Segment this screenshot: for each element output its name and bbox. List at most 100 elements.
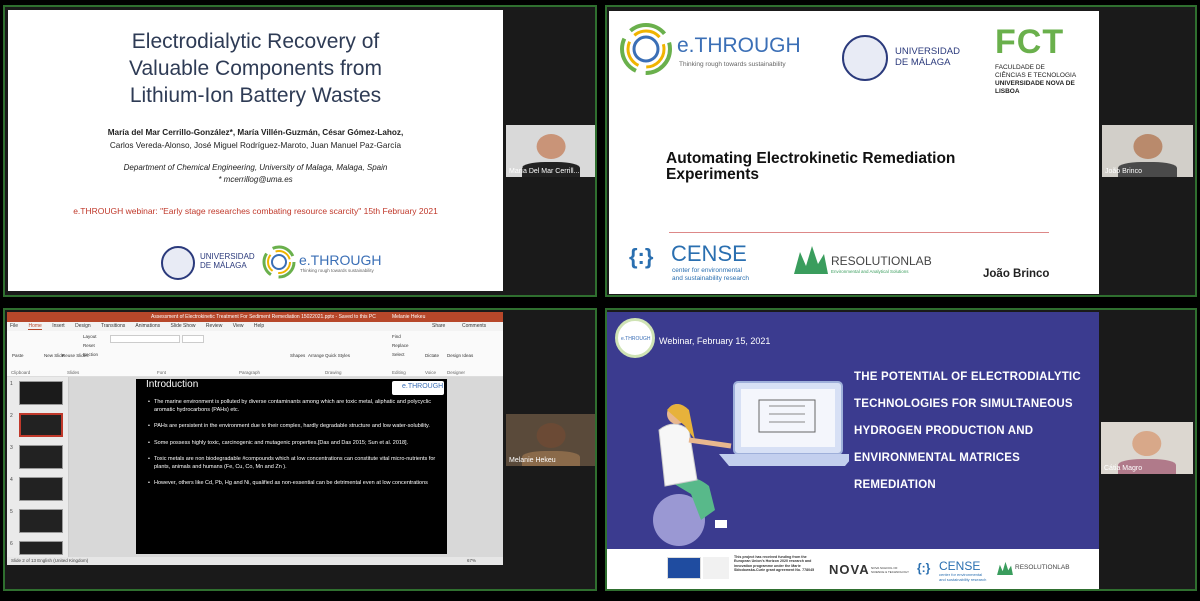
font-selector[interactable] <box>110 335 180 343</box>
ethrough-logo-icon <box>262 245 296 279</box>
university-logo-line: DE MÁLAGA <box>895 57 951 68</box>
resolutionlab-logo-text: RESOLUTIONLAB <box>831 254 932 268</box>
slide-authors: María del Mar Cerrillo-González*, María … <box>8 126 503 152</box>
cense-logo-text: CENSE <box>939 559 981 573</box>
fct-logo-caption: FACULDADE DE CIÊNCIAS E TECNOLOGIA UNIVE… <box>995 64 1099 96</box>
tab-view[interactable]: View <box>233 323 244 329</box>
layout-button[interactable]: Layout <box>83 334 97 339</box>
slide-thumbnail[interactable] <box>19 445 63 469</box>
slide-webinar-line: e.THROUGH webinar: "Early stage research… <box>73 206 438 216</box>
arrange-button[interactable]: Arrange <box>308 353 324 358</box>
video-tile-catia[interactable]: e.THROUGH Webinar, February 15, 2021 THE… <box>605 308 1197 591</box>
cense-caption-line: and sustainability research <box>672 274 749 282</box>
cense-logo-caption: center for environmental and sustainabil… <box>939 572 986 582</box>
resolutionlab-caption: Environmental and Analytical Solutions <box>831 269 909 274</box>
university-logo-line: UNIVERSIDAD <box>895 46 960 57</box>
design-ideas-button[interactable]: Design Ideas <box>447 353 473 358</box>
video-tile-joao[interactable]: e.THROUGH Thinking rough towards sustain… <box>605 5 1197 297</box>
video-tile-melanie[interactable]: Assessment of Electrokinetic Treatment F… <box>3 308 597 591</box>
group-font: Font <box>157 370 167 375</box>
paste-button[interactable]: Paste <box>12 353 24 358</box>
group-clipboard: Clipboard <box>11 370 31 375</box>
slide-banner: e.THROUGH Webinar, February 15, 2021 THE… <box>607 312 1099 549</box>
slide-thumbnail[interactable] <box>19 509 63 533</box>
slide-footer: This project has received funding from t… <box>607 549 1099 589</box>
video-tile-maria[interactable]: Electrodialytic Recovery of Valuable Com… <box>3 5 597 297</box>
participant-name: María Del Mar Cerrill... <box>509 168 580 175</box>
cense-logo-icon: {:} <box>917 561 931 575</box>
slide-title: Electrodialytic Recovery of Valuable Com… <box>8 28 503 109</box>
find-button[interactable]: Find <box>392 334 401 339</box>
nova-logo-caption: NOVA SCHOOL OF SCIENCE & TECHNOLOGY <box>871 566 909 574</box>
slide-title-line: Valuable Components from <box>129 57 382 80</box>
slide-thumbnail-selected[interactable] <box>19 413 63 437</box>
participant-video: María Del Mar Cerrill... <box>506 125 595 177</box>
slide-editing-canvas[interactable]: Introduction e.THROUGH The marine enviro… <box>69 377 503 557</box>
shared-slide-electrodialytic: Electrodialytic Recovery of Valuable Com… <box>8 10 503 291</box>
shapes-button[interactable]: Shapes <box>290 353 305 358</box>
tab-file[interactable]: File <box>10 323 18 329</box>
ppt-user-name: Melanie Hekeu <box>392 314 426 320</box>
slide-department: Department of Chemical Engineering, Univ… <box>8 162 503 186</box>
current-slide[interactable]: Introduction e.THROUGH The marine enviro… <box>136 379 447 554</box>
tab-help[interactable]: Help <box>254 323 264 329</box>
fct-logo-text: FCT <box>995 23 1065 61</box>
slide-title: Introduction <box>146 379 199 390</box>
tab-design[interactable]: Design <box>75 323 91 329</box>
university-logo-text: UNIVERSIDAD DE MÁLAGA <box>200 252 255 270</box>
section-button[interactable]: Section <box>83 352 98 357</box>
slide-title-line: Lithium-Ion Battery Wastes <box>129 84 382 107</box>
tab-transitions[interactable]: Transitions <box>101 323 125 329</box>
tab-review[interactable]: Review <box>206 323 222 329</box>
slide-thumbnail[interactable] <box>19 541 63 555</box>
thumb-number: 6 <box>10 541 13 547</box>
participant-face <box>1132 431 1162 457</box>
university-logo-line: DE MÁLAGA <box>200 261 247 270</box>
tab-home[interactable]: Home <box>28 323 42 330</box>
participant-face <box>536 423 566 449</box>
tab-animations[interactable]: Animations <box>135 323 160 329</box>
group-drawing: Drawing <box>325 370 342 375</box>
group-designer: Designer <box>447 370 466 375</box>
slide-title-line: Electrodialytic Recovery of <box>131 30 380 53</box>
reset-button[interactable]: Reset <box>83 343 95 348</box>
group-editing: Editing <box>392 370 406 375</box>
bullet-item: Some possess highly toxic, carcinogenic … <box>148 440 440 448</box>
thumb-number: 1 <box>10 381 13 387</box>
replace-button[interactable]: Replace <box>392 343 409 348</box>
group-voice: Voice <box>425 370 437 375</box>
bullet-item: Toxic metals are non biodegradable #comp… <box>148 456 440 471</box>
quick-styles-button[interactable]: Quick Styles <box>325 353 350 358</box>
thumb-number: 5 <box>10 509 13 515</box>
thumb-number: 2 <box>10 413 13 419</box>
tab-insert[interactable]: Insert <box>52 323 65 329</box>
participant-name: Cátia Magro <box>1104 465 1143 472</box>
heading-line: HYDROGEN PRODUCTION AND <box>854 425 1034 437</box>
select-button[interactable]: Select <box>392 352 405 357</box>
fct-caption-line: CIÊNCIAS E TECNOLOGIA <box>995 72 1077 79</box>
university-logo-line: UNIVERSIDAD <box>200 252 255 261</box>
share-button[interactable]: Share <box>432 322 445 331</box>
slide-heading: THE POTENTIAL OF ELECTRODIALYTIC TECHNOL… <box>854 364 1094 499</box>
shared-slide-automating: e.THROUGH Thinking rough towards sustain… <box>609 11 1099 294</box>
slide-thumbnails[interactable]: 1 2 3 4 5 6 <box>7 377 69 557</box>
slide-thumbnail[interactable] <box>19 477 63 501</box>
ppt-window-title: Assessment of Electrokinetic Treatment F… <box>151 314 376 320</box>
heading-line: THE POTENTIAL OF ELECTRODIALYTIC <box>854 371 1081 383</box>
group-paragraph: Paragraph <box>239 370 261 375</box>
tab-slide-show[interactable]: Slide Show <box>171 323 196 329</box>
ppt-ribbon-tabs: File Home Insert Design Transitions Anim… <box>7 322 503 331</box>
zoom-level[interactable]: 67% <box>467 557 476 565</box>
comments-button[interactable]: Comments <box>462 322 486 331</box>
font-size-selector[interactable] <box>182 335 204 343</box>
bullet-item: The marine environment is polluted by di… <box>148 399 440 414</box>
authors-line: María del Mar Cerrillo-González*, María … <box>107 128 404 137</box>
powerpoint-window[interactable]: Assessment of Electrokinetic Treatment F… <box>7 312 503 565</box>
slide-thumbnail[interactable] <box>19 381 63 405</box>
dictate-button[interactable]: Dictate <box>425 353 439 358</box>
heading-line: REMEDIATION <box>854 479 936 491</box>
participant-video: João Brinco <box>1102 125 1193 177</box>
status-text: Slide 2 of 13 English (United Kingdom) <box>11 558 89 563</box>
ppt-ribbon: Paste New Slide Reuse Slides Layout Rese… <box>7 331 503 377</box>
ethrough-logo-text: e.THROUGH <box>677 34 801 57</box>
